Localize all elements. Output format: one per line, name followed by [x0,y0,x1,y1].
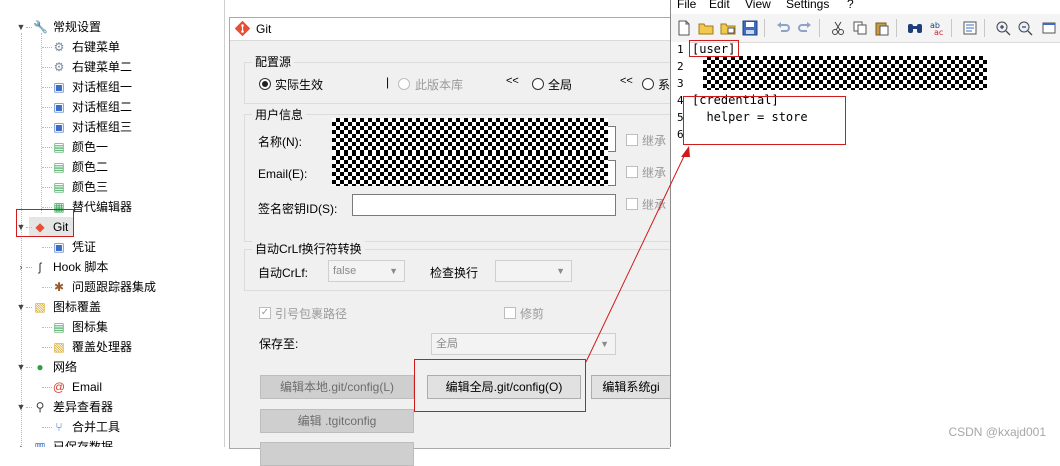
annotation-arrow [585,146,690,363]
watermark: CSDN @kxajd001 [948,425,1046,439]
